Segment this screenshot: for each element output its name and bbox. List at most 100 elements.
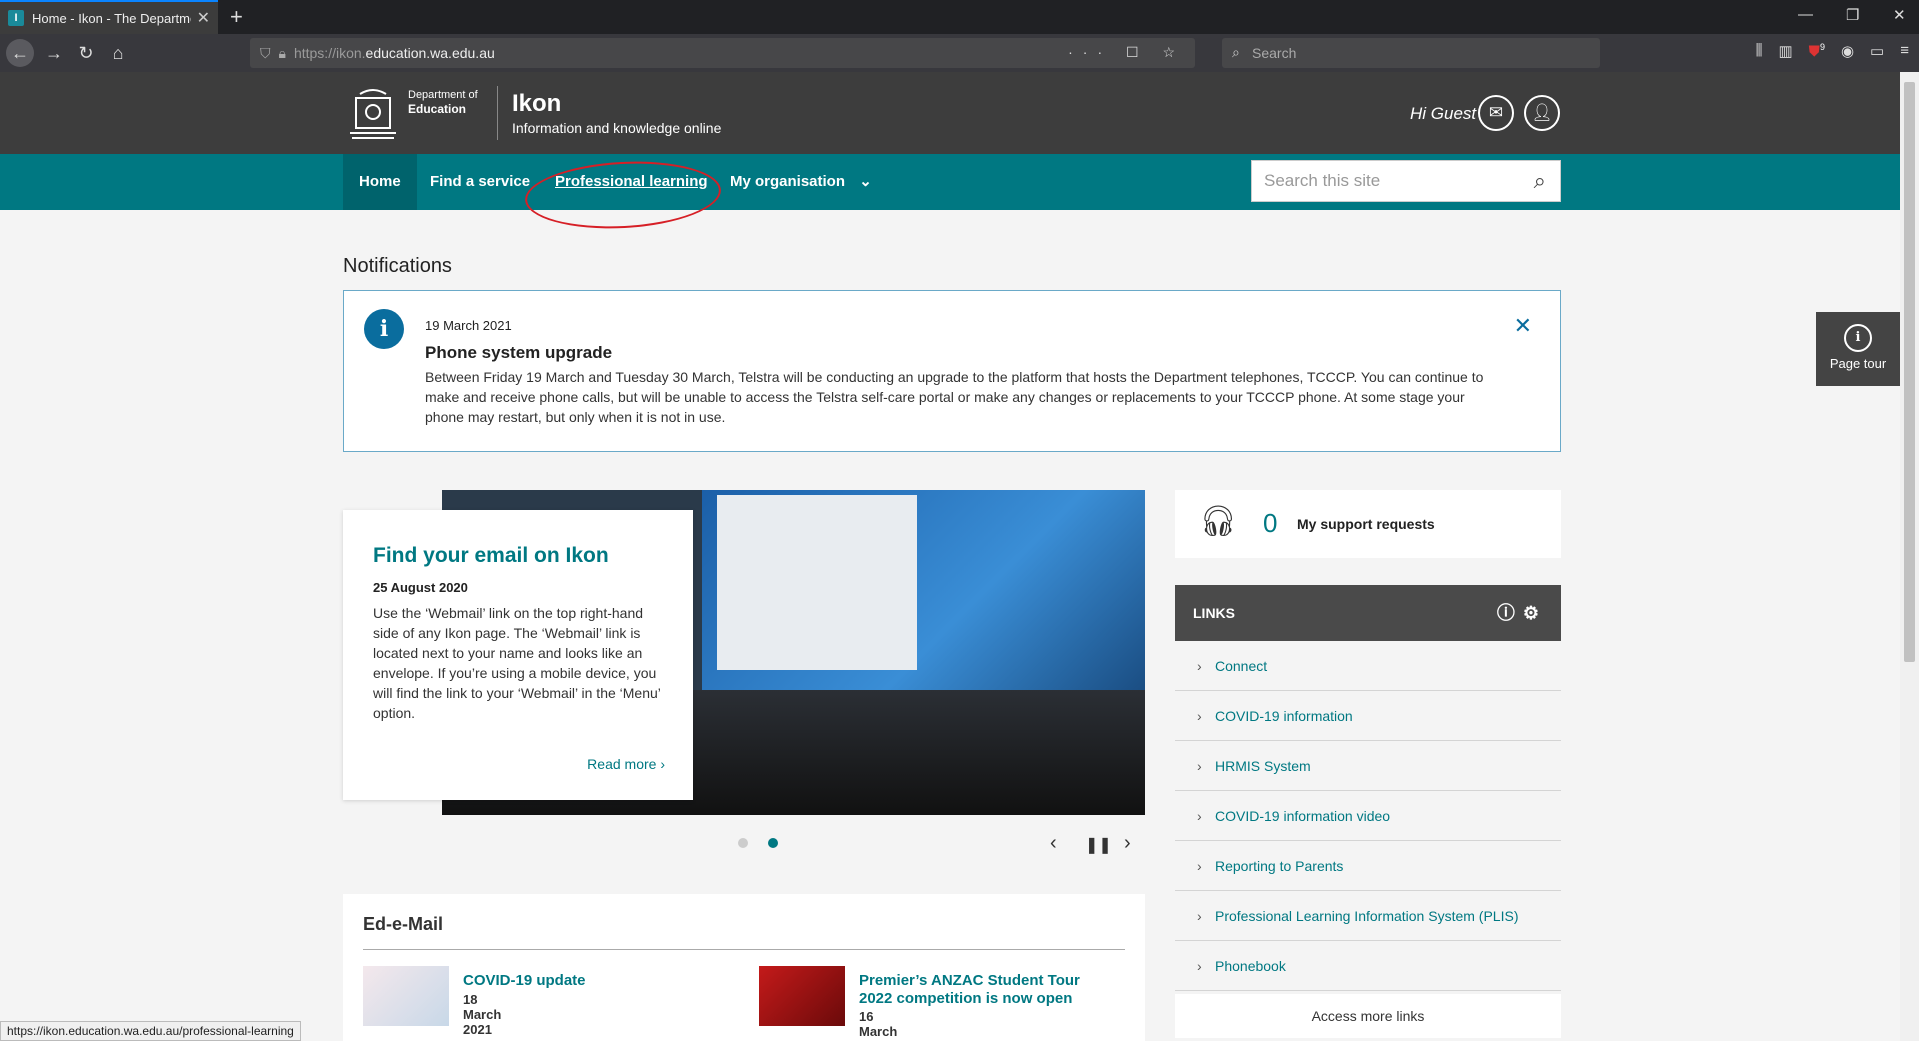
page-tour-label: Page tour [1829, 356, 1887, 371]
library-icon[interactable]: ⫼ [1756, 42, 1763, 60]
chevron-right-icon: › [1197, 908, 1202, 924]
read-more-label: Read more [587, 756, 657, 772]
web-page: Department of Education Ikon Information… [0, 72, 1900, 1041]
restore-icon[interactable]: ❐ [1846, 6, 1859, 24]
link-item[interactable]: › COVID-19 information video [1175, 791, 1561, 841]
links-title: LINKS [1193, 605, 1235, 621]
news-title[interactable]: Premier’s ANZAC Student Tour 2022 compet… [859, 972, 1089, 1008]
headset-icon: 🎧︎ [1199, 505, 1238, 538]
main-navigation: Home Find a service Professional learnin… [0, 154, 1900, 234]
scrollbar-thumb[interactable] [1904, 82, 1915, 662]
link-label: HRMIS System [1215, 758, 1311, 774]
chevron-right-icon: › [1197, 708, 1202, 724]
nav-my-organisation[interactable]: My organisation ⌄ [714, 154, 888, 210]
link-item[interactable]: › Reporting to Parents [1175, 841, 1561, 891]
close-notification-icon[interactable]: ✕ [1514, 313, 1532, 339]
shield-icon: ⛉ [260, 44, 271, 61]
status-bar-url: https://ikon.education.wa.edu.au/profess… [0, 1021, 301, 1041]
news-title[interactable]: COVID-19 update [463, 972, 723, 990]
support-label: My support requests [1297, 516, 1435, 532]
department-logo-text: Department of Education [408, 88, 478, 117]
pause-icon[interactable]: ❚❚ [1085, 835, 1112, 855]
new-tab-button[interactable]: + [230, 4, 243, 30]
page-scrollbar[interactable] [1900, 72, 1919, 1041]
dept-line2: Education [408, 102, 467, 116]
url-bar[interactable]: ⛉ 🔒︎ https://ikon. education.wa.edu.au ··… [250, 38, 1195, 68]
page-actions-icon[interactable]: ··· ☐ ☆ [1068, 44, 1185, 61]
access-more-links-button[interactable]: Access more links [1175, 994, 1561, 1038]
ublock-icon[interactable]: ⛊9 [1809, 42, 1825, 60]
news-thumbnail [363, 966, 449, 1026]
chevron-right-icon: › [1197, 858, 1202, 874]
search-icon: ⌕ [1232, 44, 1240, 60]
link-label: Connect [1215, 658, 1268, 674]
chevron-right-icon[interactable]: › [1124, 832, 1131, 855]
menu-icon[interactable]: ≡ [1900, 42, 1909, 60]
webmail-envelope-icon[interactable]: ✉ [1478, 95, 1514, 131]
feature-card: Find your email on Ikon 25 August 2020 U… [343, 510, 693, 800]
link-item[interactable]: › Connect [1175, 641, 1561, 691]
link-item[interactable]: › Professional Learning Information Syste… [1175, 891, 1561, 941]
dept-line1: Department of [408, 89, 478, 101]
chevron-down-icon: ⌄ [859, 173, 872, 190]
support-count: 0 [1263, 508, 1278, 538]
feature-body: Use the ‘Webmail’ link on the top right-… [373, 605, 661, 721]
home-button[interactable]: ⌂ [106, 41, 130, 65]
ed-e-mail-panel: Ed-e-Mail COVID-19 update 18 March 2021 … [343, 894, 1145, 1041]
link-item[interactable]: › COVID-19 information [1175, 691, 1561, 741]
news-date: 18 March 2021 [463, 992, 502, 1037]
toolbar-icons: ⫼ ▥ ⛊9 ◉ ▭ ≡ [1756, 42, 1909, 60]
link-label: Professional Learning Information System… [1215, 908, 1519, 924]
extension-icon[interactable]: ▭ [1870, 42, 1884, 60]
forward-button[interactable]: → [42, 41, 66, 65]
page-tour-button[interactable]: i Page tour [1816, 312, 1900, 386]
link-label: COVID-19 information video [1215, 808, 1391, 824]
minimize-icon[interactable]: — [1798, 6, 1813, 23]
lock-icon: 🔒︎ [278, 44, 286, 61]
notification-date: 19 March 2021 [425, 318, 512, 333]
browser-tab[interactable]: I Home - Ikon - The Department of Educat… [0, 0, 218, 34]
link-label: COVID-19 information [1215, 708, 1353, 724]
feature-title[interactable]: Find your email on Ikon [373, 544, 609, 568]
browser-search-input[interactable]: ⌕ Search [1222, 38, 1600, 68]
info-icon[interactable]: ⓘ [1497, 603, 1523, 623]
chevron-right-icon: › [660, 756, 665, 772]
chevron-left-icon[interactable]: ‹ [1050, 832, 1057, 855]
carousel-dot-1[interactable] [738, 838, 748, 848]
reload-button[interactable]: ↻ [74, 41, 98, 65]
notification-body: Between Friday 19 March and Tuesday 30 M… [425, 369, 1484, 425]
browser-search-placeholder: Search [1252, 45, 1297, 61]
sidebar-icon[interactable]: ▥ [1778, 42, 1792, 60]
notifications-heading: Notifications [343, 255, 452, 277]
link-item[interactable]: › Phonebook [1175, 941, 1561, 991]
close-tab-icon[interactable]: ✕ [197, 8, 210, 28]
site-title[interactable]: Ikon [512, 90, 561, 118]
chevron-right-icon: › [1197, 808, 1202, 824]
links-header: LINKS ⓘ⚙ [1175, 585, 1561, 641]
link-item[interactable]: › HRMIS System [1175, 741, 1561, 791]
link-label: Phonebook [1215, 958, 1286, 974]
user-profile-icon[interactable]: 👤︎ [1524, 95, 1560, 131]
site-search-placeholder: Search this site [1264, 171, 1381, 190]
notification-card: i 19 March 2021 Phone system upgrade Bet… [343, 290, 1561, 452]
back-button[interactable]: ← [6, 39, 34, 67]
site-search-input[interactable]: Search this site ⌕ [1251, 160, 1561, 202]
news-thumbnail [759, 966, 845, 1026]
url-host: education.wa.edu.au [365, 45, 495, 61]
nav-home[interactable]: Home [343, 154, 417, 210]
url-prefix: https://ikon. [293, 45, 366, 61]
window-close-icon[interactable]: ✕ [1893, 6, 1906, 24]
account-icon[interactable]: ◉ [1841, 42, 1854, 60]
extension-badge: 9 [1819, 42, 1825, 52]
site-header: Department of Education Ikon Information… [0, 72, 1900, 154]
link-label: Reporting to Parents [1215, 858, 1344, 874]
chevron-right-icon: › [1197, 658, 1202, 674]
chevron-right-icon: › [1197, 958, 1202, 974]
support-requests-widget[interactable]: 🎧︎ 0 My support requests [1175, 490, 1561, 558]
carousel-dot-2[interactable] [768, 838, 778, 848]
search-icon[interactable]: ⌕ [1534, 161, 1546, 201]
gear-icon[interactable]: ⚙ [1523, 603, 1547, 623]
browser-tabbar: I Home - Ikon - The Department of Educat… [0, 0, 1919, 34]
greeting: Hi Guest [1410, 104, 1477, 123]
read-more-link[interactable]: Read more › [587, 756, 665, 772]
